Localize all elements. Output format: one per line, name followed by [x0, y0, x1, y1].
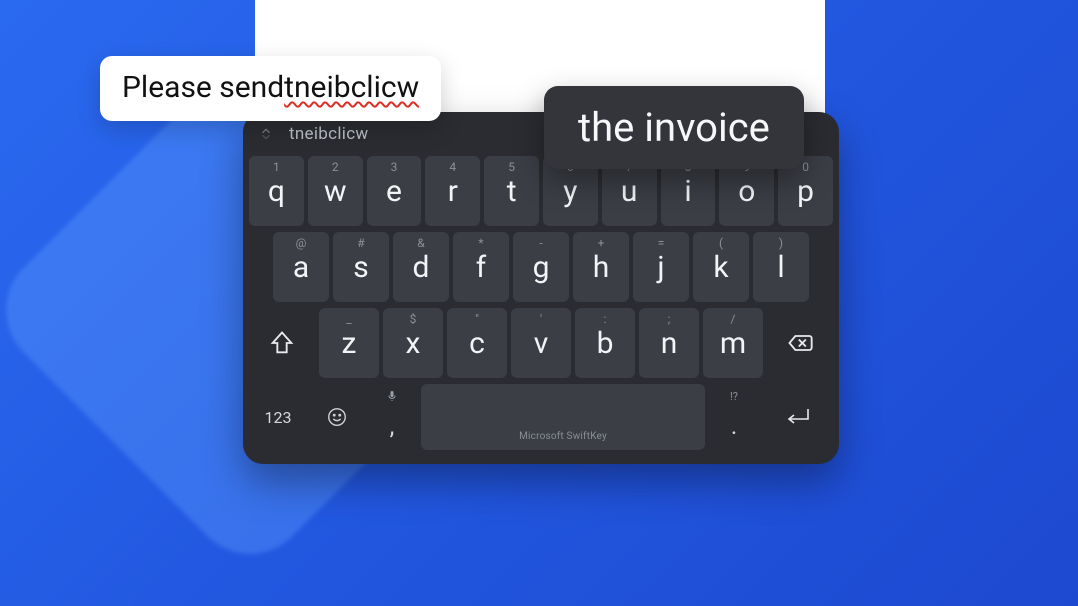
mic-icon — [386, 390, 398, 405]
comma-key[interactable]: , — [367, 384, 417, 450]
key-m[interactable]: /m — [703, 308, 763, 378]
typed-text-misspelled: tneibclicw — [284, 70, 419, 105]
space-key[interactable]: Microsoft SwiftKey — [421, 384, 705, 450]
backspace-icon — [786, 329, 814, 357]
key-f[interactable]: *f — [453, 232, 509, 302]
key-g[interactable]: -g — [513, 232, 569, 302]
key-h[interactable]: +h — [573, 232, 629, 302]
emoji-icon — [326, 406, 348, 428]
key-s[interactable]: #s — [333, 232, 389, 302]
expand-suggestions-icon[interactable] — [257, 125, 275, 143]
typed-text-callout: Please send tneibclicw — [100, 56, 441, 121]
ai-suggestion-text: the invoice — [578, 104, 770, 151]
key-w[interactable]: 2w — [308, 156, 363, 226]
key-rows: 1q 2w 3e 4r 5t 6y 7u 8i 9o 0p @a #s &d *… — [249, 156, 833, 378]
key-b[interactable]: :b — [575, 308, 635, 378]
key-row-3: _z $x "c 'v :b ;n /m — [249, 308, 833, 378]
enter-icon — [782, 404, 814, 430]
key-l[interactable]: )l — [753, 232, 809, 302]
key-r[interactable]: 4r — [425, 156, 480, 226]
ai-suggestion-popup[interactable]: the invoice — [544, 86, 804, 169]
numbers-key[interactable]: 123 — [249, 384, 307, 450]
key-n[interactable]: ;n — [639, 308, 699, 378]
key-e[interactable]: 3e — [367, 156, 422, 226]
key-row-bottom: 123 , Microsoft SwiftKey !? . — [249, 384, 833, 450]
key-k[interactable]: (k — [693, 232, 749, 302]
suggestion-candidate[interactable]: tneibclicw — [289, 124, 368, 144]
key-row-2: @a #s &d *f -g +h =j (k )l — [249, 232, 833, 302]
key-q[interactable]: 1q — [249, 156, 304, 226]
period-key[interactable]: !? . — [709, 384, 759, 450]
key-a[interactable]: @a — [273, 232, 329, 302]
backspace-key[interactable] — [767, 308, 833, 378]
emoji-key[interactable] — [311, 384, 363, 450]
key-z[interactable]: _z — [319, 308, 379, 378]
shift-key[interactable] — [249, 308, 315, 378]
key-t[interactable]: 5t — [484, 156, 539, 226]
key-d[interactable]: &d — [393, 232, 449, 302]
keyboard-brand-label: Microsoft SwiftKey — [519, 431, 607, 442]
shift-icon — [268, 329, 296, 357]
key-c[interactable]: "c — [447, 308, 507, 378]
key-j[interactable]: =j — [633, 232, 689, 302]
typed-text-prefix: Please send — [122, 70, 284, 105]
enter-key[interactable] — [763, 384, 833, 450]
key-v[interactable]: 'v — [511, 308, 571, 378]
key-x[interactable]: $x — [383, 308, 443, 378]
